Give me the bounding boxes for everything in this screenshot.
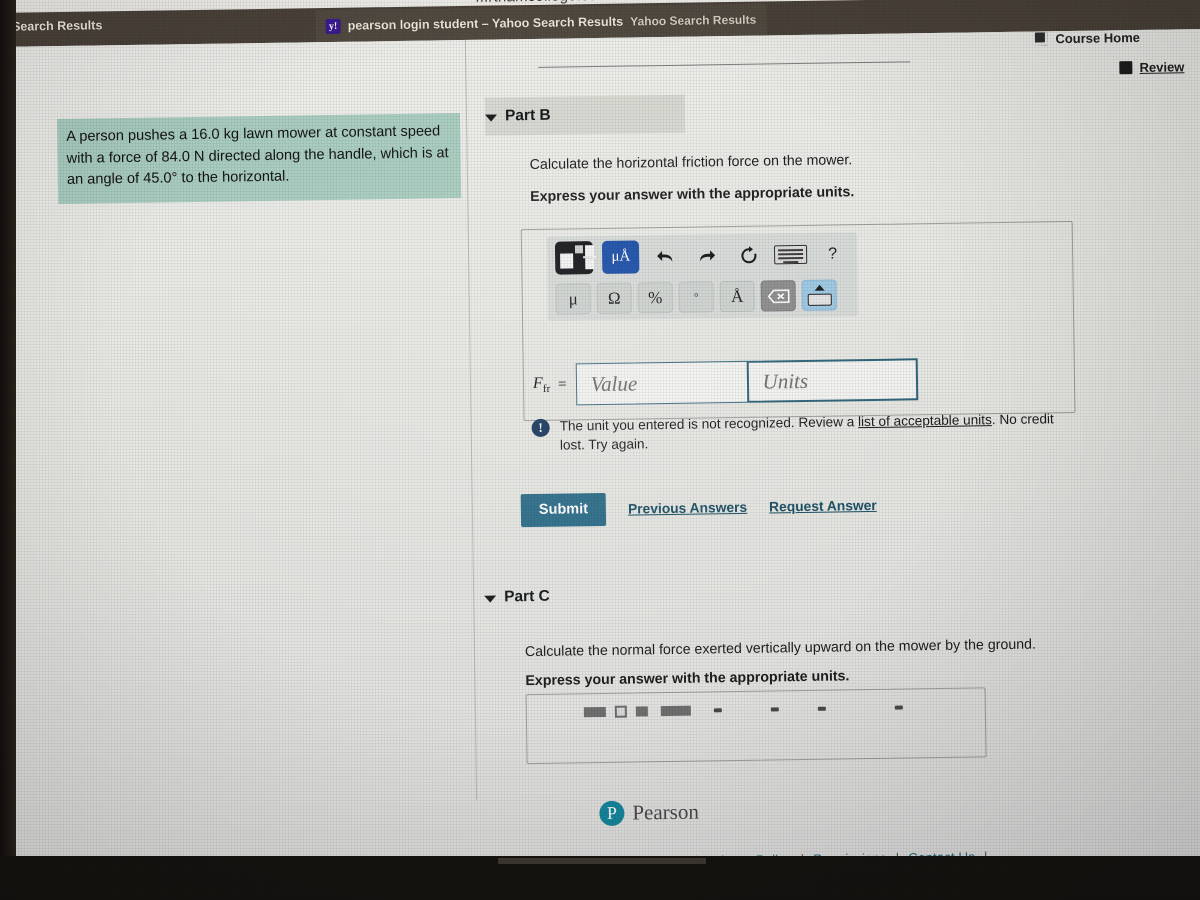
- tab-title: pearson login student – Yahoo Search Res…: [347, 14, 624, 33]
- part-c-header[interactable]: Part C: [484, 582, 674, 611]
- variable-label: Ffr: [532, 374, 551, 395]
- monitor-bezel-left: [0, 0, 16, 900]
- problem-statement: A person pushes a 16.0 kg lawn mower at …: [57, 113, 462, 204]
- part-c-title: Part C: [504, 587, 550, 606]
- undo-icon[interactable]: [648, 241, 681, 272]
- reset-icon[interactable]: [732, 240, 765, 271]
- part-c-instruction: Express your answer with the appropriate…: [525, 668, 850, 690]
- pearson-logo: P Pearson: [599, 799, 700, 827]
- part-b-question: Calculate the horizontal friction force …: [529, 152, 853, 174]
- math-toolbar-row-1: μÅ ?: [554, 237, 849, 275]
- math-toolbar-row-2: μ Ω % ° Å: [555, 279, 850, 315]
- submit-button[interactable]: Submit: [520, 492, 607, 528]
- previous-answers-link[interactable]: Previous Answers: [628, 500, 747, 517]
- error-line-1-pre: The unit you entered is not recognized. …: [559, 414, 859, 434]
- degree-key[interactable]: °: [678, 281, 714, 313]
- assignment-pane: Part B Calculate the horizontal friction…: [466, 29, 1200, 900]
- part-b-header[interactable]: Part B: [484, 94, 686, 136]
- toolbar-stub-5: [713, 708, 722, 713]
- exclamation-circle-icon: !: [531, 418, 550, 438]
- monitor-stand-notch: [498, 858, 706, 864]
- part-b-instruction: Express your answer with the appropriate…: [530, 184, 855, 206]
- pearson-brand: Pearson: [632, 799, 700, 825]
- omega-key[interactable]: Ω: [596, 282, 632, 315]
- error-text: The unit you entered is not recognized. …: [559, 409, 1072, 455]
- part-b-title: Part B: [504, 106, 551, 125]
- tab-title-secondary: Yahoo Search Results: [630, 12, 757, 29]
- units-placeholder: Units: [762, 368, 809, 394]
- part-b-submit-row: Submit Previous Answers Request Answer: [520, 489, 877, 528]
- yahoo-favicon: y!: [325, 18, 341, 34]
- keyboard-toggle-key[interactable]: [801, 279, 837, 311]
- redo-icon[interactable]: [690, 240, 723, 271]
- help-icon[interactable]: ?: [816, 238, 849, 269]
- keyboard-icon[interactable]: [773, 244, 808, 265]
- toolbar-stub-8: [894, 705, 903, 710]
- chevron-down-icon[interactable]: [484, 595, 497, 603]
- template-icon[interactable]: [554, 241, 597, 275]
- chevron-down-icon[interactable]: [484, 114, 498, 122]
- part-b-answer-row: Ffr = Value Units: [533, 358, 918, 406]
- toolbar-stub-6: [770, 707, 779, 712]
- angstrom-key[interactable]: Å: [719, 280, 755, 313]
- toolbar-stub-7: [817, 706, 826, 711]
- units-icon[interactable]: μÅ: [602, 240, 640, 274]
- problem-text: A person pushes a 16.0 kg lawn mower at …: [66, 123, 449, 189]
- toolbar-stub-1: [583, 706, 606, 718]
- value-placeholder: Value: [590, 370, 638, 396]
- toolbar-stub-2: [614, 705, 627, 718]
- part-c-question: Calculate the normal force exerted verti…: [524, 636, 1037, 661]
- toolbar-stub-4: [660, 705, 691, 717]
- pearson-logo-icon: P: [599, 800, 625, 827]
- mu-key[interactable]: μ: [555, 283, 591, 315]
- screen-photo: ...rthamcollege.com ↺ hoo Search Results…: [0, 0, 1200, 900]
- backspace-key[interactable]: [760, 280, 796, 312]
- error-line-1-post: .: [991, 412, 996, 428]
- equals-sign: =: [557, 375, 567, 393]
- screen-content: ...rthamcollege.com ↺ hoo Search Results…: [0, 0, 1200, 900]
- part-c-answer-panel: [525, 687, 987, 765]
- units-input[interactable]: Units: [746, 358, 918, 403]
- percent-key[interactable]: %: [637, 281, 673, 314]
- monitor-bezel-bottom: [0, 856, 1200, 900]
- request-answer-link[interactable]: Request Answer: [769, 498, 877, 515]
- toolbar-stub-3: [635, 706, 648, 717]
- math-toolbar: μÅ ? μ Ω % ° Å: [546, 232, 859, 321]
- error-message: ! The unit you entered is not recognized…: [531, 409, 1072, 455]
- acceptable-units-link[interactable]: list of acceptable units: [858, 412, 992, 429]
- value-input[interactable]: Value: [575, 360, 748, 406]
- page-body: Course Home Review A person pushes a 16.…: [0, 28, 1200, 900]
